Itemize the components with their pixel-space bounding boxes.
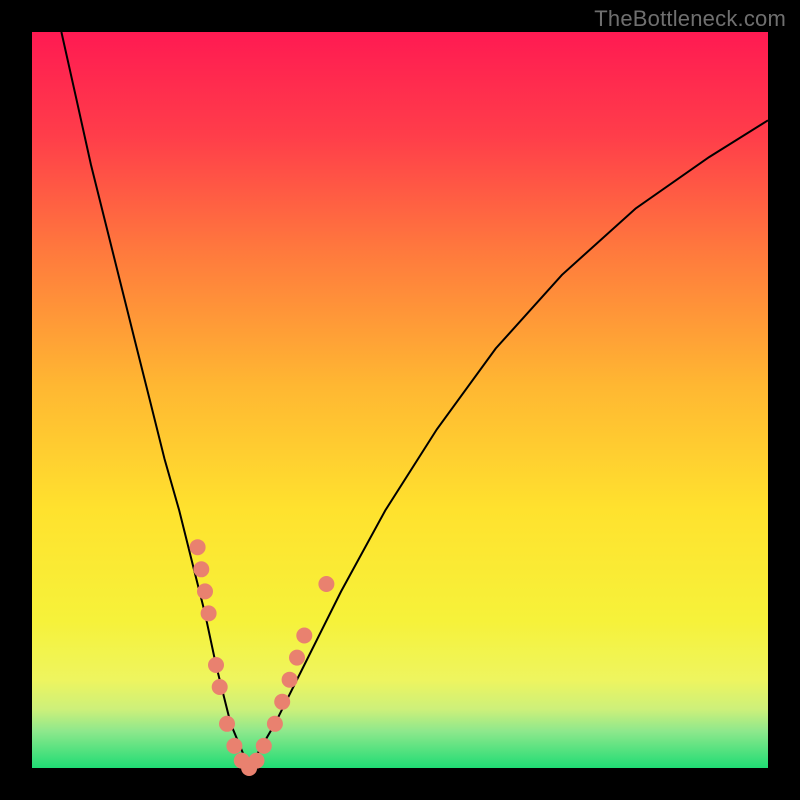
data-marker	[219, 716, 235, 732]
marker-group	[190, 539, 335, 776]
data-marker	[212, 679, 228, 695]
data-marker	[226, 738, 242, 754]
bottleneck-curve	[61, 32, 768, 768]
chart-svg	[32, 32, 768, 768]
data-marker	[208, 657, 224, 673]
data-marker	[296, 628, 312, 644]
data-marker	[193, 561, 209, 577]
data-marker	[201, 605, 217, 621]
data-marker	[197, 583, 213, 599]
data-marker	[289, 650, 305, 666]
data-marker	[267, 716, 283, 732]
data-marker	[318, 576, 334, 592]
data-marker	[274, 694, 290, 710]
data-marker	[190, 539, 206, 555]
data-marker	[249, 753, 265, 769]
watermark-text: TheBottleneck.com	[594, 6, 786, 32]
data-marker	[256, 738, 272, 754]
data-marker	[282, 672, 298, 688]
chart-frame: TheBottleneck.com	[0, 0, 800, 800]
